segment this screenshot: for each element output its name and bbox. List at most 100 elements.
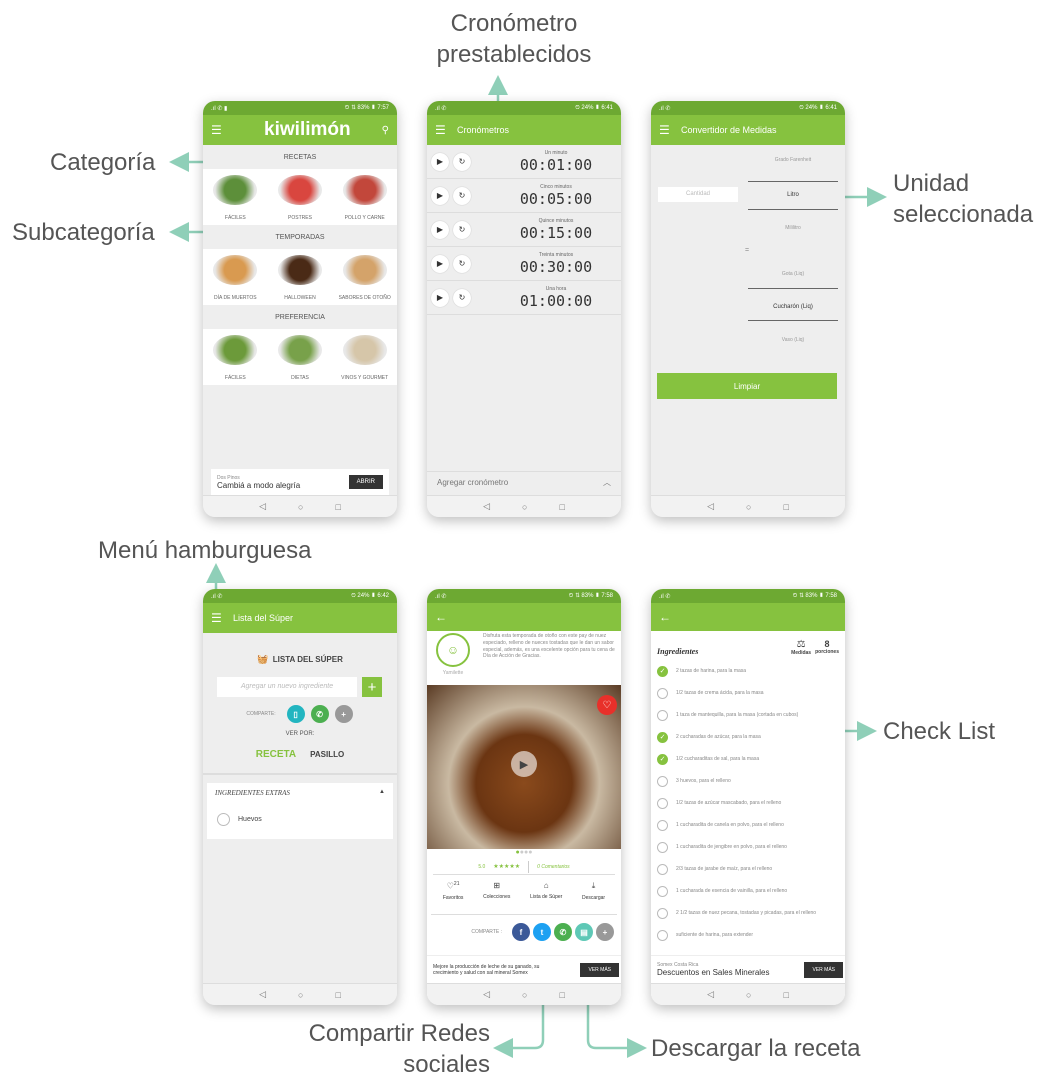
- ingredient-item[interactable]: 1 taza de mantequilla, para la masa (cor…: [651, 704, 845, 726]
- back-icon[interactable]: ◁: [707, 501, 714, 512]
- unit-option[interactable]: Gota (Liq): [748, 271, 838, 277]
- reset-icon[interactable]: ↻: [453, 220, 471, 239]
- back-icon[interactable]: ◁: [483, 989, 490, 1000]
- recents-icon[interactable]: □: [783, 502, 788, 512]
- checkbox[interactable]: ✓: [657, 731, 668, 743]
- portions[interactable]: 8 porciones: [815, 639, 839, 656]
- checkbox[interactable]: [657, 775, 668, 787]
- home-icon[interactable]: ○: [522, 502, 527, 512]
- chevron-up-icon[interactable]: ︿: [603, 477, 611, 488]
- back-arrow-icon[interactable]: ←: [659, 610, 671, 624]
- favorites-action[interactable]: ♡21 Favoritos: [443, 881, 464, 908]
- ingredient-item[interactable]: ✓ 1/2 cucharaditas de sal, para la masa: [651, 748, 845, 770]
- shopping-list-action[interactable]: ⌂ Lista de Súper: [530, 881, 562, 908]
- subcategory-item[interactable]: POSTRES: [270, 175, 330, 221]
- twitter-icon[interactable]: t: [533, 923, 551, 941]
- recents-icon[interactable]: □: [335, 990, 340, 1000]
- favorite-heart-icon[interactable]: ♡: [597, 695, 617, 715]
- back-icon[interactable]: ◁: [707, 989, 714, 1000]
- checkbox[interactable]: [657, 797, 668, 809]
- back-arrow-icon[interactable]: ←: [435, 610, 447, 624]
- tab-pasillo[interactable]: PASILLO: [310, 749, 344, 761]
- ad-banner[interactable]: Mejore la producción de leche de su gana…: [427, 955, 621, 983]
- recents-icon[interactable]: □: [559, 502, 564, 512]
- subcategory-item[interactable]: FÁCILES: [205, 175, 265, 221]
- collapse-icon[interactable]: ▲: [379, 789, 385, 795]
- clear-button[interactable]: Limpiar: [657, 373, 837, 399]
- reset-icon[interactable]: ↻: [453, 254, 471, 273]
- subcategory-item[interactable]: VINOS Y GOURMET: [335, 335, 395, 381]
- download-action[interactable]: ⤓ Descargar: [582, 881, 605, 908]
- ad-button[interactable]: VER MÁS: [804, 961, 843, 978]
- checkbox[interactable]: [657, 929, 668, 941]
- checkbox[interactable]: [657, 709, 668, 721]
- ingredient-item[interactable]: 1 cucharadita de canela en polvo, para e…: [651, 814, 845, 836]
- ingredient-input[interactable]: Agregar un nuevo ingrediente: [217, 677, 357, 697]
- ingredient-item[interactable]: 1/2 tazas de crema ácida, para la masa: [651, 682, 845, 704]
- selected-unit[interactable]: Litro: [748, 192, 838, 198]
- ingredient-item[interactable]: ✓ 2 cucharadas de azúcar, para la masa: [651, 726, 845, 748]
- recents-icon[interactable]: □: [335, 502, 340, 512]
- tab-receta[interactable]: RECETA: [256, 749, 296, 761]
- ingredient-item[interactable]: 1 cucharada de esencia de vainilla, para…: [651, 880, 845, 902]
- collections-action[interactable]: ⊞ Colecciones: [483, 881, 510, 908]
- back-icon[interactable]: ◁: [259, 989, 266, 1000]
- quantity-input[interactable]: Cantidad: [658, 187, 738, 202]
- print-icon[interactable]: ▤: [575, 923, 593, 941]
- more-share-icon[interactable]: +: [334, 705, 353, 723]
- ingredient-item[interactable]: 1 cucharadita de jengibre en polvo, para…: [651, 836, 845, 858]
- subcategory-item[interactable]: DÍA DE MUERTOS: [205, 255, 265, 301]
- comments-link[interactable]: 0 Comentarios: [537, 864, 570, 870]
- subcategory-item[interactable]: POLLO Y CARNE: [335, 175, 395, 221]
- menu-icon[interactable]: ☰: [211, 123, 233, 137]
- measures-button[interactable]: ⚖ Medidas: [791, 639, 811, 656]
- recents-icon[interactable]: □: [783, 990, 788, 1000]
- home-icon[interactable]: ○: [746, 502, 751, 512]
- subcategory-item[interactable]: HALLOWEEN: [270, 255, 330, 301]
- recipe-image[interactable]: ♡ ▶: [427, 685, 621, 849]
- copy-icon[interactable]: ▯: [286, 705, 305, 723]
- play-icon[interactable]: ▶: [431, 220, 449, 239]
- home-icon[interactable]: ○: [298, 990, 303, 1000]
- ad-banner[interactable]: Dos Pinos Cambiá a modo alegría ABRIR: [211, 469, 389, 495]
- reset-icon[interactable]: ↻: [453, 152, 471, 171]
- home-icon[interactable]: ○: [522, 990, 527, 1000]
- subcategory-item[interactable]: DIETAS: [270, 335, 330, 381]
- checkbox[interactable]: [217, 813, 230, 826]
- whatsapp-icon[interactable]: ✆: [554, 923, 572, 941]
- unit-option[interactable]: Vaso (Liq): [748, 337, 838, 343]
- play-icon[interactable]: ▶: [431, 254, 449, 273]
- ingredient-item[interactable]: 2 1/2 tazas de nuez pecana, tostadas y p…: [651, 902, 845, 924]
- back-icon[interactable]: ◁: [483, 501, 490, 512]
- play-icon[interactable]: ▶: [431, 186, 449, 205]
- checkbox[interactable]: [657, 687, 668, 699]
- play-icon[interactable]: ▶: [431, 152, 449, 171]
- unit-option[interactable]: Mililitro: [748, 225, 838, 231]
- subcategory-item[interactable]: SABORES DE OTOÑO: [335, 255, 395, 301]
- search-icon[interactable]: ⚲: [382, 125, 389, 136]
- ingredient-item[interactable]: 3 huevos, para el relleno: [651, 770, 845, 792]
- menu-icon[interactable]: ☰: [435, 123, 457, 137]
- checkbox[interactable]: [657, 863, 668, 875]
- menu-icon[interactable]: ☰: [659, 123, 681, 137]
- ad-open-button[interactable]: ABRIR: [348, 475, 383, 489]
- whatsapp-icon[interactable]: ✆: [310, 705, 329, 723]
- checkbox[interactable]: ✓: [657, 753, 668, 765]
- unit-option[interactable]: Grado Farenheit: [748, 157, 838, 163]
- hamburger-menu-icon[interactable]: ☰: [211, 611, 233, 625]
- checkbox[interactable]: [657, 907, 668, 919]
- ingredient-item[interactable]: 2/3 tazas de jarabe de maíz, para el rel…: [651, 858, 845, 880]
- reset-icon[interactable]: ↻: [453, 186, 471, 205]
- ingredient-item[interactable]: 1/2 tazas de azúcar mascabado, para el r…: [651, 792, 845, 814]
- checkbox[interactable]: [657, 819, 668, 831]
- add-button[interactable]: +: [362, 677, 382, 697]
- subcategory-item[interactable]: FÁCILES: [205, 335, 265, 381]
- ingredient-item[interactable]: ✓ 2 tazas de harina, para la masa: [651, 660, 845, 682]
- ad-banner[interactable]: Somex Costa Rica Descuentos en Sales Min…: [651, 955, 845, 983]
- ad-button[interactable]: VER MÁS: [580, 962, 619, 977]
- more-share-icon[interactable]: +: [596, 923, 614, 941]
- checkbox[interactable]: [657, 885, 668, 897]
- home-icon[interactable]: ○: [746, 990, 751, 1000]
- back-icon[interactable]: ◁: [259, 501, 266, 512]
- reset-icon[interactable]: ↻: [453, 288, 471, 307]
